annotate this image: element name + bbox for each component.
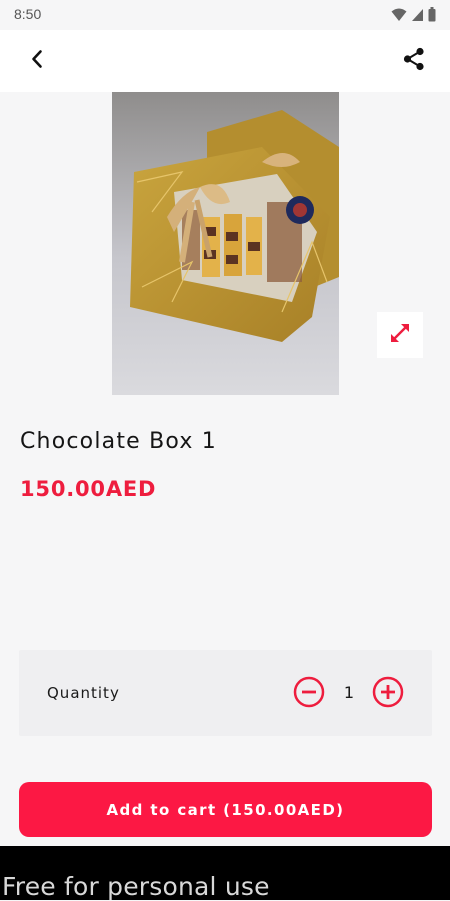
app-bar bbox=[0, 30, 450, 92]
product-title: Chocolate Box 1 bbox=[20, 429, 217, 454]
minus-circle-icon bbox=[293, 676, 325, 712]
quantity-card: Quantity 1 bbox=[19, 650, 432, 736]
quantity-decrease-button[interactable] bbox=[293, 676, 325, 708]
quantity-label: Quantity bbox=[47, 684, 120, 702]
share-icon bbox=[403, 47, 425, 76]
share-button[interactable] bbox=[398, 46, 430, 76]
quantity-increase-button[interactable] bbox=[372, 676, 404, 708]
add-to-cart-button[interactable]: Add to cart (150.00AED) bbox=[19, 782, 432, 837]
expand-button[interactable] bbox=[377, 312, 423, 358]
product-photo[interactable] bbox=[112, 92, 339, 395]
back-arrow-icon bbox=[31, 49, 43, 74]
battery-icon bbox=[428, 7, 436, 27]
product-image-area bbox=[0, 92, 450, 395]
watermark-bar: Free for personal use bbox=[0, 846, 450, 901]
plus-circle-icon bbox=[372, 676, 404, 712]
status-icons bbox=[391, 7, 436, 27]
wifi-icon bbox=[391, 8, 407, 27]
status-time: 8:50 bbox=[14, 6, 42, 22]
signal-icon bbox=[411, 8, 424, 27]
status-bar: 8:50 bbox=[0, 0, 450, 30]
watermark-text: Free for personal use bbox=[2, 872, 270, 901]
quantity-value: 1 bbox=[343, 683, 355, 702]
back-button[interactable] bbox=[20, 46, 54, 76]
product-price: 150.00AED bbox=[20, 477, 157, 501]
expand-icon bbox=[388, 321, 412, 350]
